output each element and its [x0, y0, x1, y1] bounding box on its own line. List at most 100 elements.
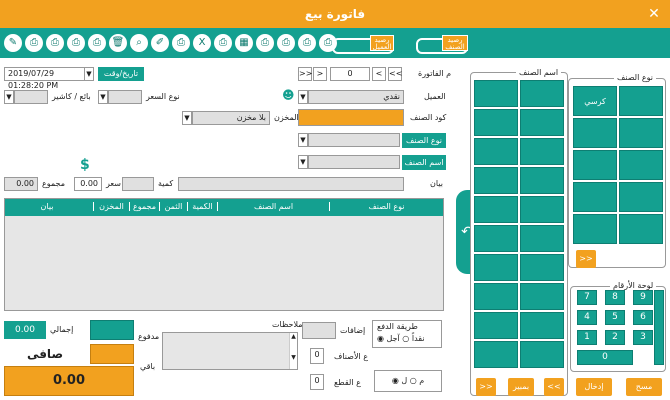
cash-radio[interactable]: ◉	[377, 334, 387, 343]
item-name-tile[interactable]	[520, 167, 564, 194]
item-name-tile[interactable]	[474, 138, 518, 165]
first-record-button[interactable]: <<	[388, 67, 402, 81]
col-total[interactable]: مجموع	[129, 202, 159, 211]
item-type-tile[interactable]	[573, 182, 617, 212]
seller-dropdown[interactable]: ▼	[4, 90, 14, 104]
item-type-tile[interactable]	[619, 86, 663, 116]
price-type-dropdown[interactable]: ▼	[98, 90, 108, 104]
item-type-tile[interactable]	[573, 118, 617, 148]
item-code-field[interactable]	[298, 109, 404, 126]
item-names-next-button[interactable]: >>	[476, 378, 496, 396]
grid-icon[interactable]: ▦	[235, 34, 253, 52]
additions-field[interactable]	[302, 322, 336, 339]
print-icon[interactable]: ⎙	[256, 34, 274, 52]
print-icon[interactable]: ⎙	[88, 34, 106, 52]
notes-field[interactable]: ▲ ▼	[162, 332, 298, 370]
notes-scrollbar[interactable]: ▲ ▼	[289, 333, 297, 369]
credit-radio[interactable]: ○	[400, 334, 409, 343]
item-name-tile[interactable]	[520, 254, 564, 281]
numpad-key[interactable]: 4	[577, 310, 597, 325]
edit-icon[interactable]: ✎	[4, 34, 22, 52]
item-type-tile[interactable]	[573, 150, 617, 180]
item-names-mid-button[interactable]: بمبير	[508, 378, 534, 396]
store-field[interactable]: بلا مخزن	[192, 111, 270, 125]
col-price[interactable]: الثمن	[159, 202, 187, 211]
customer-dropdown[interactable]: ▼	[298, 90, 308, 104]
item-name-tile[interactable]	[474, 225, 518, 252]
item-name-tile[interactable]	[474, 283, 518, 310]
seller-field[interactable]	[14, 90, 48, 104]
paid-field[interactable]	[90, 320, 134, 340]
close-icon[interactable]: ✕	[646, 6, 662, 22]
item-type-tile[interactable]	[573, 214, 617, 244]
item-name-tile[interactable]	[520, 80, 564, 107]
numpad-key[interactable]: 6	[633, 310, 653, 325]
print-icon[interactable]: ⎙	[214, 34, 232, 52]
ml-radio-group[interactable]: ◉ م ○ ل	[374, 370, 442, 392]
clear-button[interactable]: مسح	[626, 378, 662, 396]
datetime-field[interactable]: 2019/07/29 01:28:20 PM	[4, 67, 86, 90]
col-item-name[interactable]: اسم الصنف	[217, 202, 329, 211]
col-item-type[interactable]: نوع الصنف	[329, 202, 443, 211]
item-name-tile[interactable]	[520, 341, 564, 368]
numpad-key[interactable]: 7	[577, 290, 597, 305]
item-name-tile[interactable]	[474, 167, 518, 194]
item-name-tile[interactable]	[520, 312, 564, 339]
item-name-tile[interactable]	[520, 138, 564, 165]
item-type-tile[interactable]	[619, 182, 663, 212]
item-type-tile[interactable]	[619, 118, 663, 148]
item-name-field[interactable]	[308, 155, 400, 169]
numpad-key[interactable]: 1	[577, 330, 597, 345]
last-record-button[interactable]: >>	[298, 67, 312, 81]
col-store[interactable]: المخزن	[93, 202, 129, 211]
col-statement[interactable]: بيان	[7, 202, 87, 211]
delete-icon[interactable]: 🗑	[109, 34, 127, 52]
print-icon[interactable]: ⎙	[67, 34, 85, 52]
print-icon[interactable]: ⎙	[25, 34, 43, 52]
pen-icon[interactable]: ✐	[151, 34, 169, 52]
print-icon[interactable]: ⎙	[46, 34, 64, 52]
enter-button[interactable]: إدخال	[576, 378, 612, 396]
item-name-button[interactable]: اسم الصنف	[402, 155, 446, 170]
item-type-button[interactable]: نوع الصنف	[402, 133, 446, 148]
item-names-prev-button[interactable]: <<	[544, 378, 564, 396]
price-type-field[interactable]	[108, 90, 142, 104]
item-name-tile[interactable]	[474, 109, 518, 136]
price-field[interactable]: 0.00	[74, 177, 102, 191]
l-radio[interactable]: ○	[407, 376, 417, 385]
item-balance-button[interactable]: رصيد الصنف	[442, 35, 468, 51]
print-icon[interactable]: ⎙	[298, 34, 316, 52]
item-type-tile[interactable]	[619, 150, 663, 180]
qty-field[interactable]	[122, 177, 154, 191]
col-qty[interactable]: الكمية	[187, 202, 217, 211]
item-name-dropdown[interactable]: ▼	[298, 155, 308, 169]
numpad-key[interactable]: 2	[605, 330, 625, 345]
datetime-dropdown[interactable]: ▼	[84, 67, 94, 81]
items-grid[interactable]: بيان المخزن مجموع الثمن الكمية اسم الصنف…	[4, 198, 444, 311]
item-name-tile[interactable]	[520, 196, 564, 223]
numpad-key[interactable]: 8	[605, 290, 625, 305]
customer-balance-button[interactable]: رصيد العميل	[370, 35, 394, 51]
item-type-field[interactable]	[308, 133, 400, 147]
item-name-tile[interactable]	[520, 283, 564, 310]
numpad-key[interactable]: 3	[633, 330, 653, 345]
payment-options[interactable]: ◉ نقداً ○ آجل	[377, 334, 425, 344]
item-type-tile[interactable]	[619, 214, 663, 244]
item-type-dropdown[interactable]: ▼	[298, 133, 308, 147]
item-types-next-button[interactable]: >>	[576, 250, 596, 268]
item-name-tile[interactable]	[520, 225, 564, 252]
item-type-tile[interactable]: كرسي	[573, 86, 617, 116]
numpad-key[interactable]: 9	[633, 290, 653, 305]
item-name-tile[interactable]	[474, 341, 518, 368]
excel-icon[interactable]: X	[193, 34, 211, 52]
item-name-tile[interactable]	[474, 254, 518, 281]
print-icon[interactable]: ⎙	[172, 34, 190, 52]
prev-record-button[interactable]: <	[372, 67, 386, 81]
customer-field[interactable]: نقدي	[308, 90, 404, 104]
numpad-key[interactable]: 5	[605, 310, 625, 325]
item-name-tile[interactable]	[520, 109, 564, 136]
item-name-tile[interactable]	[474, 80, 518, 107]
person-icon[interactable]: ☻	[282, 88, 295, 102]
store-dropdown[interactable]: ▼	[182, 111, 192, 125]
item-name-tile[interactable]	[474, 312, 518, 339]
